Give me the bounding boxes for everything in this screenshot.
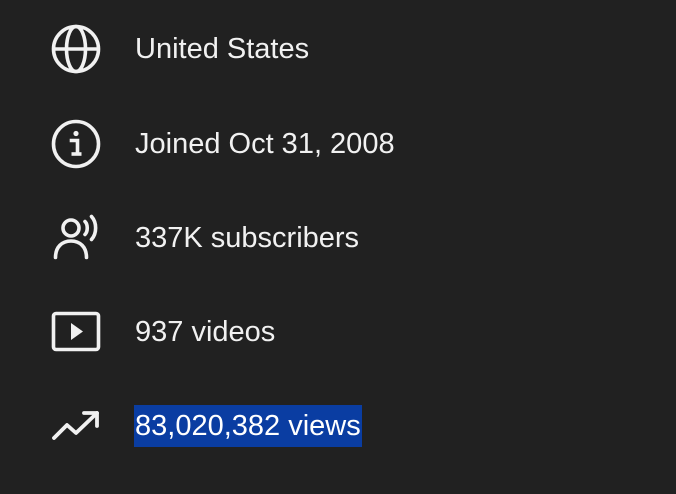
- location-text: United States: [135, 33, 310, 65]
- channel-about-details: United States Joined Oct 31, 2008 337K s…: [0, 0, 676, 494]
- location-row: United States: [50, 23, 309, 75]
- info-icon: [50, 118, 102, 170]
- video-count-text: 937 videos: [135, 316, 276, 348]
- videos-row: 937 videos: [50, 306, 275, 358]
- globe-icon: [50, 23, 102, 75]
- joined-row: Joined Oct 31, 2008: [50, 118, 395, 170]
- subscribers-row: 337K subscribers: [50, 212, 359, 264]
- trending-up-icon: [50, 400, 102, 452]
- view-count-text: 83,020,382 views: [134, 405, 362, 447]
- subscriber-count-text: 337K subscribers: [135, 222, 360, 254]
- joined-date-text: Joined Oct 31, 2008: [135, 128, 395, 160]
- views-row: 83,020,382 views: [50, 400, 362, 452]
- video-icon: [50, 306, 102, 358]
- subscribers-icon: [50, 212, 102, 264]
